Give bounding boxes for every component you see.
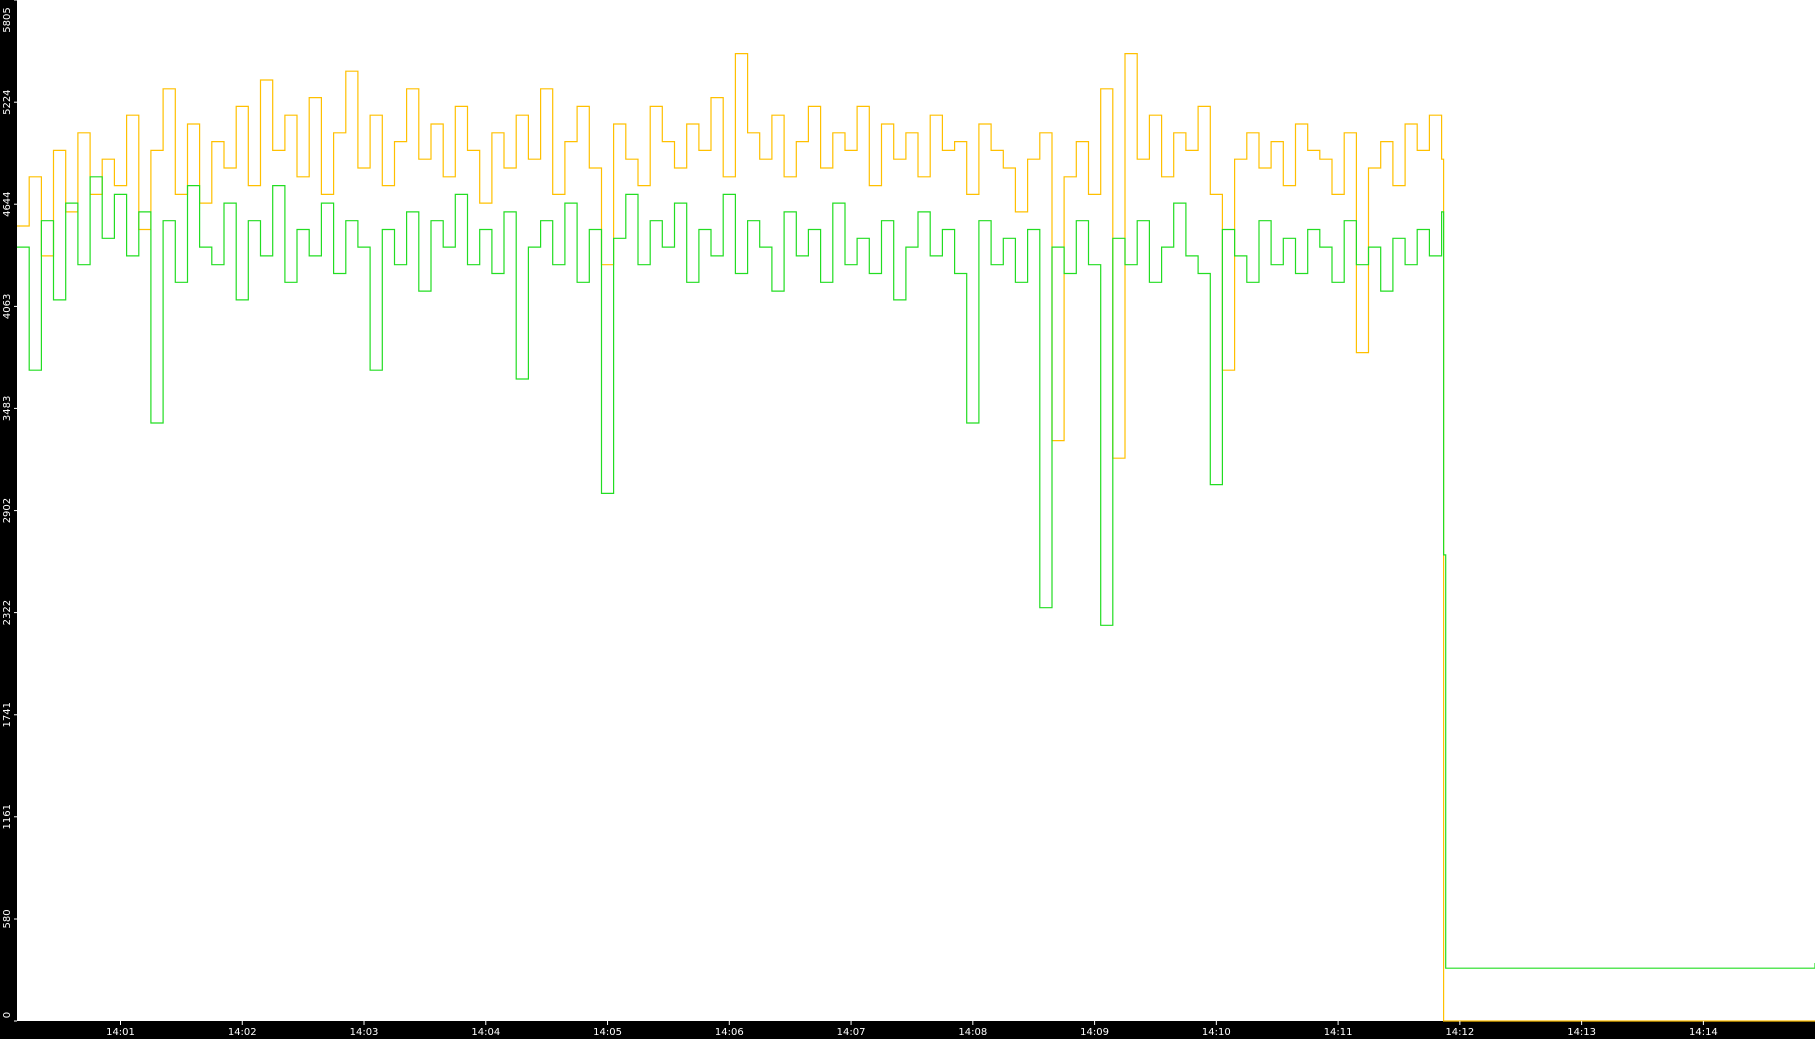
x-tick-label: 14:09 <box>1080 1027 1109 1038</box>
y-tick-label: 3483 <box>2 396 13 421</box>
x-tick-label: 14:10 <box>1202 1027 1231 1038</box>
y-tick-label: 4644 <box>2 191 13 216</box>
x-tick-label: 14:05 <box>593 1027 622 1038</box>
x-tick-label: 14:01 <box>106 1027 135 1038</box>
x-tick-label: 14:06 <box>715 1027 744 1038</box>
x-tick-label: 14:08 <box>958 1027 987 1038</box>
y-tick-label: 580 <box>2 909 13 928</box>
x-tick-label: 14:04 <box>471 1027 500 1038</box>
y-tick-label: 4063 <box>2 294 13 319</box>
y-tick-label: 5224 <box>2 89 13 114</box>
x-tick-label: 14:02 <box>228 1027 257 1038</box>
x-tick-label: 14:12 <box>1445 1027 1474 1038</box>
y-tick-label: 2902 <box>2 498 13 523</box>
x-tick-label: 14:11 <box>1324 1027 1353 1038</box>
line-chart: 0 580 1161 1741 2322 2902 3483 4063 4644 5224 5805… <box>2 0 1815 1038</box>
y-tick-label: 1741 <box>2 702 13 727</box>
plot-area <box>17 0 1815 1021</box>
x-tick-label: 14:03 <box>350 1027 379 1038</box>
y-tick-label: 0 <box>2 1012 13 1018</box>
x-tick-label: 14:14 <box>1689 1027 1718 1038</box>
y-tick-label: 2322 <box>2 600 13 625</box>
x-tick-label: 14:13 <box>1567 1027 1596 1038</box>
y-axis-ticks: 0 580 1161 1741 2322 2902 3483 4063 4644 5224 5805 <box>2 0 17 1022</box>
y-tick-label: 1161 <box>2 804 13 829</box>
y-tick-label: 5805 <box>2 7 13 32</box>
x-tick-label: 14:07 <box>837 1027 866 1038</box>
x-axis-ticks: 14:01 14:02 14:03 14:04 14:05 14:06 14:07 14:08… <box>106 1021 1718 1038</box>
